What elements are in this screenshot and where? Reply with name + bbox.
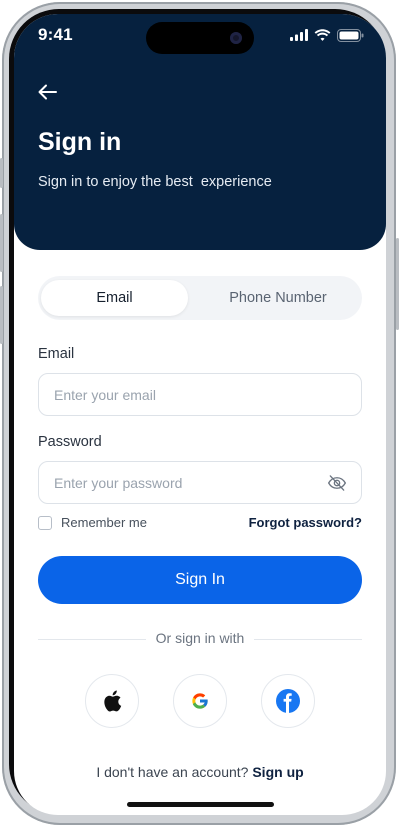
email-field[interactable] (54, 374, 314, 415)
divider-text: Or sign in with (155, 630, 245, 646)
back-arrow-icon[interactable] (36, 80, 60, 104)
facebook-icon (276, 689, 300, 713)
email-field-container (38, 373, 362, 416)
google-icon (192, 693, 209, 709)
header: 9:41 Sign in Sign in to enjoy the best e… (14, 14, 386, 250)
divider-right (254, 639, 362, 640)
volume-up-button (0, 214, 3, 272)
eye-off-icon[interactable] (327, 473, 347, 493)
dynamic-island (146, 22, 254, 54)
camera-icon (230, 32, 242, 44)
sign-up-prompt: I don't have an account? Sign up (14, 764, 386, 780)
remember-me-checkbox[interactable] (38, 515, 52, 530)
screen: 9:41 Sign in Sign in to enjoy the best e… (14, 14, 386, 815)
page-subtitle: Sign in to enjoy the best experience (38, 174, 272, 190)
sign-in-button[interactable]: Sign In (38, 556, 362, 604)
sign-up-prompt-text: I don't have an account? (96, 764, 249, 780)
battery-icon (337, 28, 364, 42)
facebook-sign-in-button[interactable] (261, 674, 315, 728)
tab-email[interactable]: Email (41, 280, 188, 316)
page-title: Sign in (38, 128, 122, 156)
status-time: 9:41 (38, 25, 73, 44)
cellular-signal-icon (290, 29, 308, 41)
google-sign-in-button[interactable] (173, 674, 227, 728)
sign-up-link[interactable]: Sign up (252, 764, 303, 780)
password-field-container (38, 461, 362, 504)
volume-down-button (0, 286, 3, 344)
password-field[interactable] (54, 462, 314, 503)
forgot-password-link[interactable]: Forgot password? (249, 515, 362, 530)
remember-me-toggle[interactable]: Remember me (38, 515, 147, 530)
status-icons (290, 28, 364, 42)
power-button (396, 238, 399, 330)
password-label: Password (38, 434, 102, 450)
login-method-tabs: Email Phone Number (38, 276, 362, 320)
wifi-icon (314, 29, 331, 41)
action-button (0, 158, 3, 188)
apple-icon (104, 690, 122, 712)
apple-sign-in-button[interactable] (85, 674, 139, 728)
email-label: Email (38, 346, 75, 362)
home-indicator (127, 802, 274, 807)
remember-me-label: Remember me (61, 515, 147, 530)
tab-phone-number[interactable]: Phone Number (198, 280, 358, 316)
divider-left (38, 639, 146, 640)
